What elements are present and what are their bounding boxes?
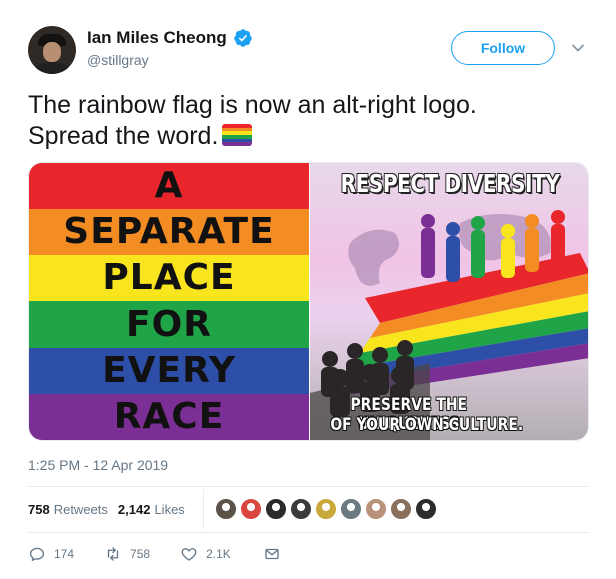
likes-stat[interactable]: 2,142 Likes [118,502,185,517]
tweet-text-line-2-text: Spread the word. [28,122,219,150]
flag-stripe: SEPARATE [29,209,309,256]
tweet-text: The rainbow flag is now an alt-right log… [28,90,588,152]
reply-button[interactable]: 174 [28,545,74,563]
tweet-card: Ian Miles Cheong @stillgray Follow The r… [0,0,616,579]
flag-text-line: EVERY [102,349,236,391]
direct-message-button[interactable] [263,545,281,563]
liker-avatars [214,497,439,521]
envelope-icon [265,548,279,560]
retweet-icon [107,547,119,561]
flag-text-line: SEPARATE [63,211,275,253]
reply-count: 174 [54,547,75,561]
author-name-row[interactable]: Ian Miles Cheong [87,28,253,48]
flag-stripe: EVERY [29,347,309,394]
flag-stripe: RACE [29,393,309,440]
liker-avatar[interactable] [389,497,413,521]
flag-stripe: FOR [29,301,309,348]
flag-stripe: PLACE [29,255,309,302]
media-image-right[interactable]: RESPECT DIVERSITY PRESERVE THE UNIQUENES… [309,163,588,440]
flag-text-line: FOR [126,303,212,345]
stats-separator [203,489,204,529]
tweet-media[interactable]: A SEPARATE PLACE FOR EVERY RACE RESPECT … [28,162,589,441]
tweet-text-line-2: Spread the word. [28,121,588,152]
reply-icon [29,547,45,562]
follow-button[interactable]: Follow [451,31,555,65]
media-image-left[interactable]: A SEPARATE PLACE FOR EVERY RACE [29,163,309,440]
liker-avatar[interactable] [414,497,438,521]
retweet-count: 758 [130,547,151,561]
liker-avatar[interactable] [239,497,263,521]
liker-avatar[interactable] [364,497,388,521]
author-handle[interactable]: @stillgray [87,52,149,68]
poster-caption-line-2: OF YOUR OWN CULTURE. [330,415,524,435]
retweets-count: 758 [28,501,50,517]
liker-avatar[interactable] [264,497,288,521]
likes-label: Likes [154,501,185,517]
liker-avatar[interactable] [339,497,363,521]
poster-title: RESPECT DIVERSITY [340,169,560,198]
retweets-label: Retweets [53,501,108,517]
flag-text-line: RACE [113,395,225,437]
like-count: 2.1K [206,547,231,561]
tweet-text-line-1: The rainbow flag is now an alt-right log… [28,91,477,119]
liker-avatar[interactable] [289,497,313,521]
verified-badge-icon [234,29,252,47]
author-display-name[interactable]: Ian Miles Cheong [87,28,227,48]
tweet-actions: 174 758 2.1K [28,545,281,563]
tweet-timestamp[interactable]: 1:25 PM - 12 Apr 2019 [28,457,168,473]
like-button[interactable]: 2.1K [180,545,231,563]
chevron-down-icon[interactable] [570,40,586,56]
engagement-stats: 758 Retweets 2,142 Likes [28,499,195,519]
liker-avatar[interactable] [314,497,338,521]
avatar[interactable] [28,26,76,74]
divider [28,532,589,533]
liker-avatar[interactable] [214,497,238,521]
flag-text-line: A [154,165,184,207]
retweet-button[interactable]: 758 [104,545,150,563]
likes-count: 2,142 [117,501,151,517]
retweets-stat[interactable]: 758 Retweets [28,502,108,517]
flag-text-line: PLACE [102,257,236,299]
heart-icon [181,548,197,561]
divider [28,486,589,487]
rainbow-flag-icon [222,124,253,146]
flag-stripe: A [29,163,309,210]
